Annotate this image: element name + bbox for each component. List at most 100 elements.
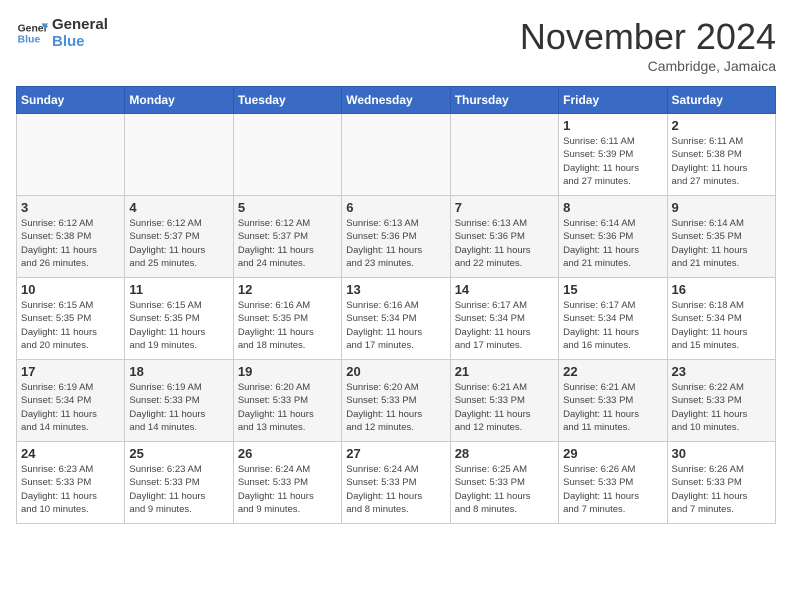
day-info: Sunrise: 6:11 AM Sunset: 5:38 PM Dayligh… <box>672 135 771 188</box>
day-info: Sunrise: 6:13 AM Sunset: 5:36 PM Dayligh… <box>455 217 554 270</box>
calendar-day-cell: 11 Sunrise: 6:15 AM Sunset: 5:35 PM Dayli… <box>125 278 233 360</box>
day-info: Sunrise: 6:20 AM Sunset: 5:33 PM Dayligh… <box>238 381 337 434</box>
day-number: 5 <box>238 200 337 215</box>
day-info: Sunrise: 6:15 AM Sunset: 5:35 PM Dayligh… <box>129 299 228 352</box>
day-number: 8 <box>563 200 662 215</box>
day-number: 3 <box>21 200 120 215</box>
calendar-week-row: 17 Sunrise: 6:19 AM Sunset: 5:34 PM Dayli… <box>17 360 776 442</box>
day-number: 10 <box>21 282 120 297</box>
logo-blue: Blue <box>52 33 108 50</box>
day-info: Sunrise: 6:12 AM Sunset: 5:38 PM Dayligh… <box>21 217 120 270</box>
calendar-day-cell: 19 Sunrise: 6:20 AM Sunset: 5:33 PM Dayli… <box>233 360 341 442</box>
empty-cell <box>17 114 125 196</box>
header-thursday: Thursday <box>450 87 558 114</box>
empty-cell <box>450 114 558 196</box>
calendar-day-cell: 18Sunrise: 6:19 AM Sunset: 5:33 PM Dayli… <box>125 360 233 442</box>
day-info: Sunrise: 6:24 AM Sunset: 5:33 PM Dayligh… <box>238 463 337 516</box>
day-info: Sunrise: 6:14 AM Sunset: 5:35 PM Dayligh… <box>672 217 771 270</box>
calendar-week-row: 24 Sunrise: 6:23 AM Sunset: 5:33 PM Dayli… <box>17 442 776 524</box>
day-info: Sunrise: 6:12 AM Sunset: 5:37 PM Dayligh… <box>129 217 228 270</box>
day-number: 21 <box>455 364 554 379</box>
day-info: Sunrise: 6:12 AM Sunset: 5:37 PM Dayligh… <box>238 217 337 270</box>
day-number: 25 <box>129 446 228 461</box>
calendar-day-cell: 4Sunrise: 6:12 AM Sunset: 5:37 PM Daylig… <box>125 196 233 278</box>
calendar-week-row: 3 Sunrise: 6:12 AM Sunset: 5:38 PM Daylig… <box>17 196 776 278</box>
calendar-day-cell: 27 Sunrise: 6:24 AM Sunset: 5:33 PM Dayli… <box>342 442 450 524</box>
header-wednesday: Wednesday <box>342 87 450 114</box>
calendar-day-cell: 6 Sunrise: 6:13 AM Sunset: 5:36 PM Daylig… <box>342 196 450 278</box>
empty-cell <box>125 114 233 196</box>
calendar-day-cell: 7 Sunrise: 6:13 AM Sunset: 5:36 PM Daylig… <box>450 196 558 278</box>
calendar-day-cell: 29 Sunrise: 6:26 AM Sunset: 5:33 PM Dayli… <box>559 442 667 524</box>
calendar-day-cell: 30Sunrise: 6:26 AM Sunset: 5:33 PM Dayli… <box>667 442 775 524</box>
page-header: General Blue General Blue November 2024 … <box>16 16 776 74</box>
day-number: 11 <box>129 282 228 297</box>
day-info: Sunrise: 6:21 AM Sunset: 5:33 PM Dayligh… <box>563 381 662 434</box>
day-info: Sunrise: 6:14 AM Sunset: 5:36 PM Dayligh… <box>563 217 662 270</box>
calendar-day-cell: 22Sunrise: 6:21 AM Sunset: 5:33 PM Dayli… <box>559 360 667 442</box>
day-info: Sunrise: 6:13 AM Sunset: 5:36 PM Dayligh… <box>346 217 445 270</box>
calendar-day-cell: 24 Sunrise: 6:23 AM Sunset: 5:33 PM Dayli… <box>17 442 125 524</box>
calendar-day-cell: 10 Sunrise: 6:15 AM Sunset: 5:35 PM Dayli… <box>17 278 125 360</box>
location-subtitle: Cambridge, Jamaica <box>520 58 776 74</box>
day-number: 14 <box>455 282 554 297</box>
day-number: 2 <box>672 118 771 133</box>
month-title: November 2024 <box>520 16 776 58</box>
day-number: 19 <box>238 364 337 379</box>
calendar-day-cell: 13Sunrise: 6:16 AM Sunset: 5:34 PM Dayli… <box>342 278 450 360</box>
logo-general: General <box>52 16 108 33</box>
day-info: Sunrise: 6:23 AM Sunset: 5:33 PM Dayligh… <box>21 463 120 516</box>
calendar-day-cell: 9 Sunrise: 6:14 AM Sunset: 5:35 PM Daylig… <box>667 196 775 278</box>
calendar-day-cell: 25 Sunrise: 6:23 AM Sunset: 5:33 PM Dayli… <box>125 442 233 524</box>
calendar-day-cell: 23Sunrise: 6:22 AM Sunset: 5:33 PM Dayli… <box>667 360 775 442</box>
day-info: Sunrise: 6:11 AM Sunset: 5:39 PM Dayligh… <box>563 135 662 188</box>
day-number: 24 <box>21 446 120 461</box>
day-number: 1 <box>563 118 662 133</box>
logo-icon: General Blue <box>16 17 48 49</box>
calendar-week-row: 1 Sunrise: 6:11 AM Sunset: 5:39 PM Daylig… <box>17 114 776 196</box>
day-info: Sunrise: 6:21 AM Sunset: 5:33 PM Dayligh… <box>455 381 554 434</box>
header-friday: Friday <box>559 87 667 114</box>
day-info: Sunrise: 6:15 AM Sunset: 5:35 PM Dayligh… <box>21 299 120 352</box>
header-saturday: Saturday <box>667 87 775 114</box>
day-info: Sunrise: 6:25 AM Sunset: 5:33 PM Dayligh… <box>455 463 554 516</box>
svg-text:Blue: Blue <box>18 35 41 46</box>
calendar-day-cell: 3 Sunrise: 6:12 AM Sunset: 5:38 PM Daylig… <box>17 196 125 278</box>
day-number: 20 <box>346 364 445 379</box>
day-info: Sunrise: 6:24 AM Sunset: 5:33 PM Dayligh… <box>346 463 445 516</box>
day-number: 13 <box>346 282 445 297</box>
day-info: Sunrise: 6:22 AM Sunset: 5:33 PM Dayligh… <box>672 381 771 434</box>
day-info: Sunrise: 6:23 AM Sunset: 5:33 PM Dayligh… <box>129 463 228 516</box>
day-number: 18 <box>129 364 228 379</box>
day-number: 6 <box>346 200 445 215</box>
day-info: Sunrise: 6:18 AM Sunset: 5:34 PM Dayligh… <box>672 299 771 352</box>
calendar-day-cell: 28 Sunrise: 6:25 AM Sunset: 5:33 PM Dayli… <box>450 442 558 524</box>
day-info: Sunrise: 6:17 AM Sunset: 5:34 PM Dayligh… <box>563 299 662 352</box>
day-number: 29 <box>563 446 662 461</box>
empty-cell <box>342 114 450 196</box>
header-sunday: Sunday <box>17 87 125 114</box>
calendar-day-cell: 17 Sunrise: 6:19 AM Sunset: 5:34 PM Dayli… <box>17 360 125 442</box>
day-info: Sunrise: 6:17 AM Sunset: 5:34 PM Dayligh… <box>455 299 554 352</box>
header-monday: Monday <box>125 87 233 114</box>
calendar-day-cell: 1 Sunrise: 6:11 AM Sunset: 5:39 PM Daylig… <box>559 114 667 196</box>
day-number: 30 <box>672 446 771 461</box>
calendar-day-cell: 8 Sunrise: 6:14 AM Sunset: 5:36 PM Daylig… <box>559 196 667 278</box>
calendar-day-cell: 14 Sunrise: 6:17 AM Sunset: 5:34 PM Dayli… <box>450 278 558 360</box>
day-info: Sunrise: 6:26 AM Sunset: 5:33 PM Dayligh… <box>563 463 662 516</box>
calendar-week-row: 10 Sunrise: 6:15 AM Sunset: 5:35 PM Dayli… <box>17 278 776 360</box>
day-number: 12 <box>238 282 337 297</box>
calendar-day-cell: 2 Sunrise: 6:11 AM Sunset: 5:38 PM Daylig… <box>667 114 775 196</box>
day-number: 9 <box>672 200 771 215</box>
calendar-day-cell: 20Sunrise: 6:20 AM Sunset: 5:33 PM Dayli… <box>342 360 450 442</box>
day-number: 17 <box>21 364 120 379</box>
day-info: Sunrise: 6:16 AM Sunset: 5:35 PM Dayligh… <box>238 299 337 352</box>
day-number: 28 <box>455 446 554 461</box>
day-number: 7 <box>455 200 554 215</box>
empty-cell <box>233 114 341 196</box>
calendar-day-cell: 15Sunrise: 6:17 AM Sunset: 5:34 PM Dayli… <box>559 278 667 360</box>
day-number: 27 <box>346 446 445 461</box>
day-info: Sunrise: 6:19 AM Sunset: 5:34 PM Dayligh… <box>21 381 120 434</box>
calendar-day-cell: 26Sunrise: 6:24 AM Sunset: 5:33 PM Dayli… <box>233 442 341 524</box>
calendar-day-cell: 21 Sunrise: 6:21 AM Sunset: 5:33 PM Dayli… <box>450 360 558 442</box>
